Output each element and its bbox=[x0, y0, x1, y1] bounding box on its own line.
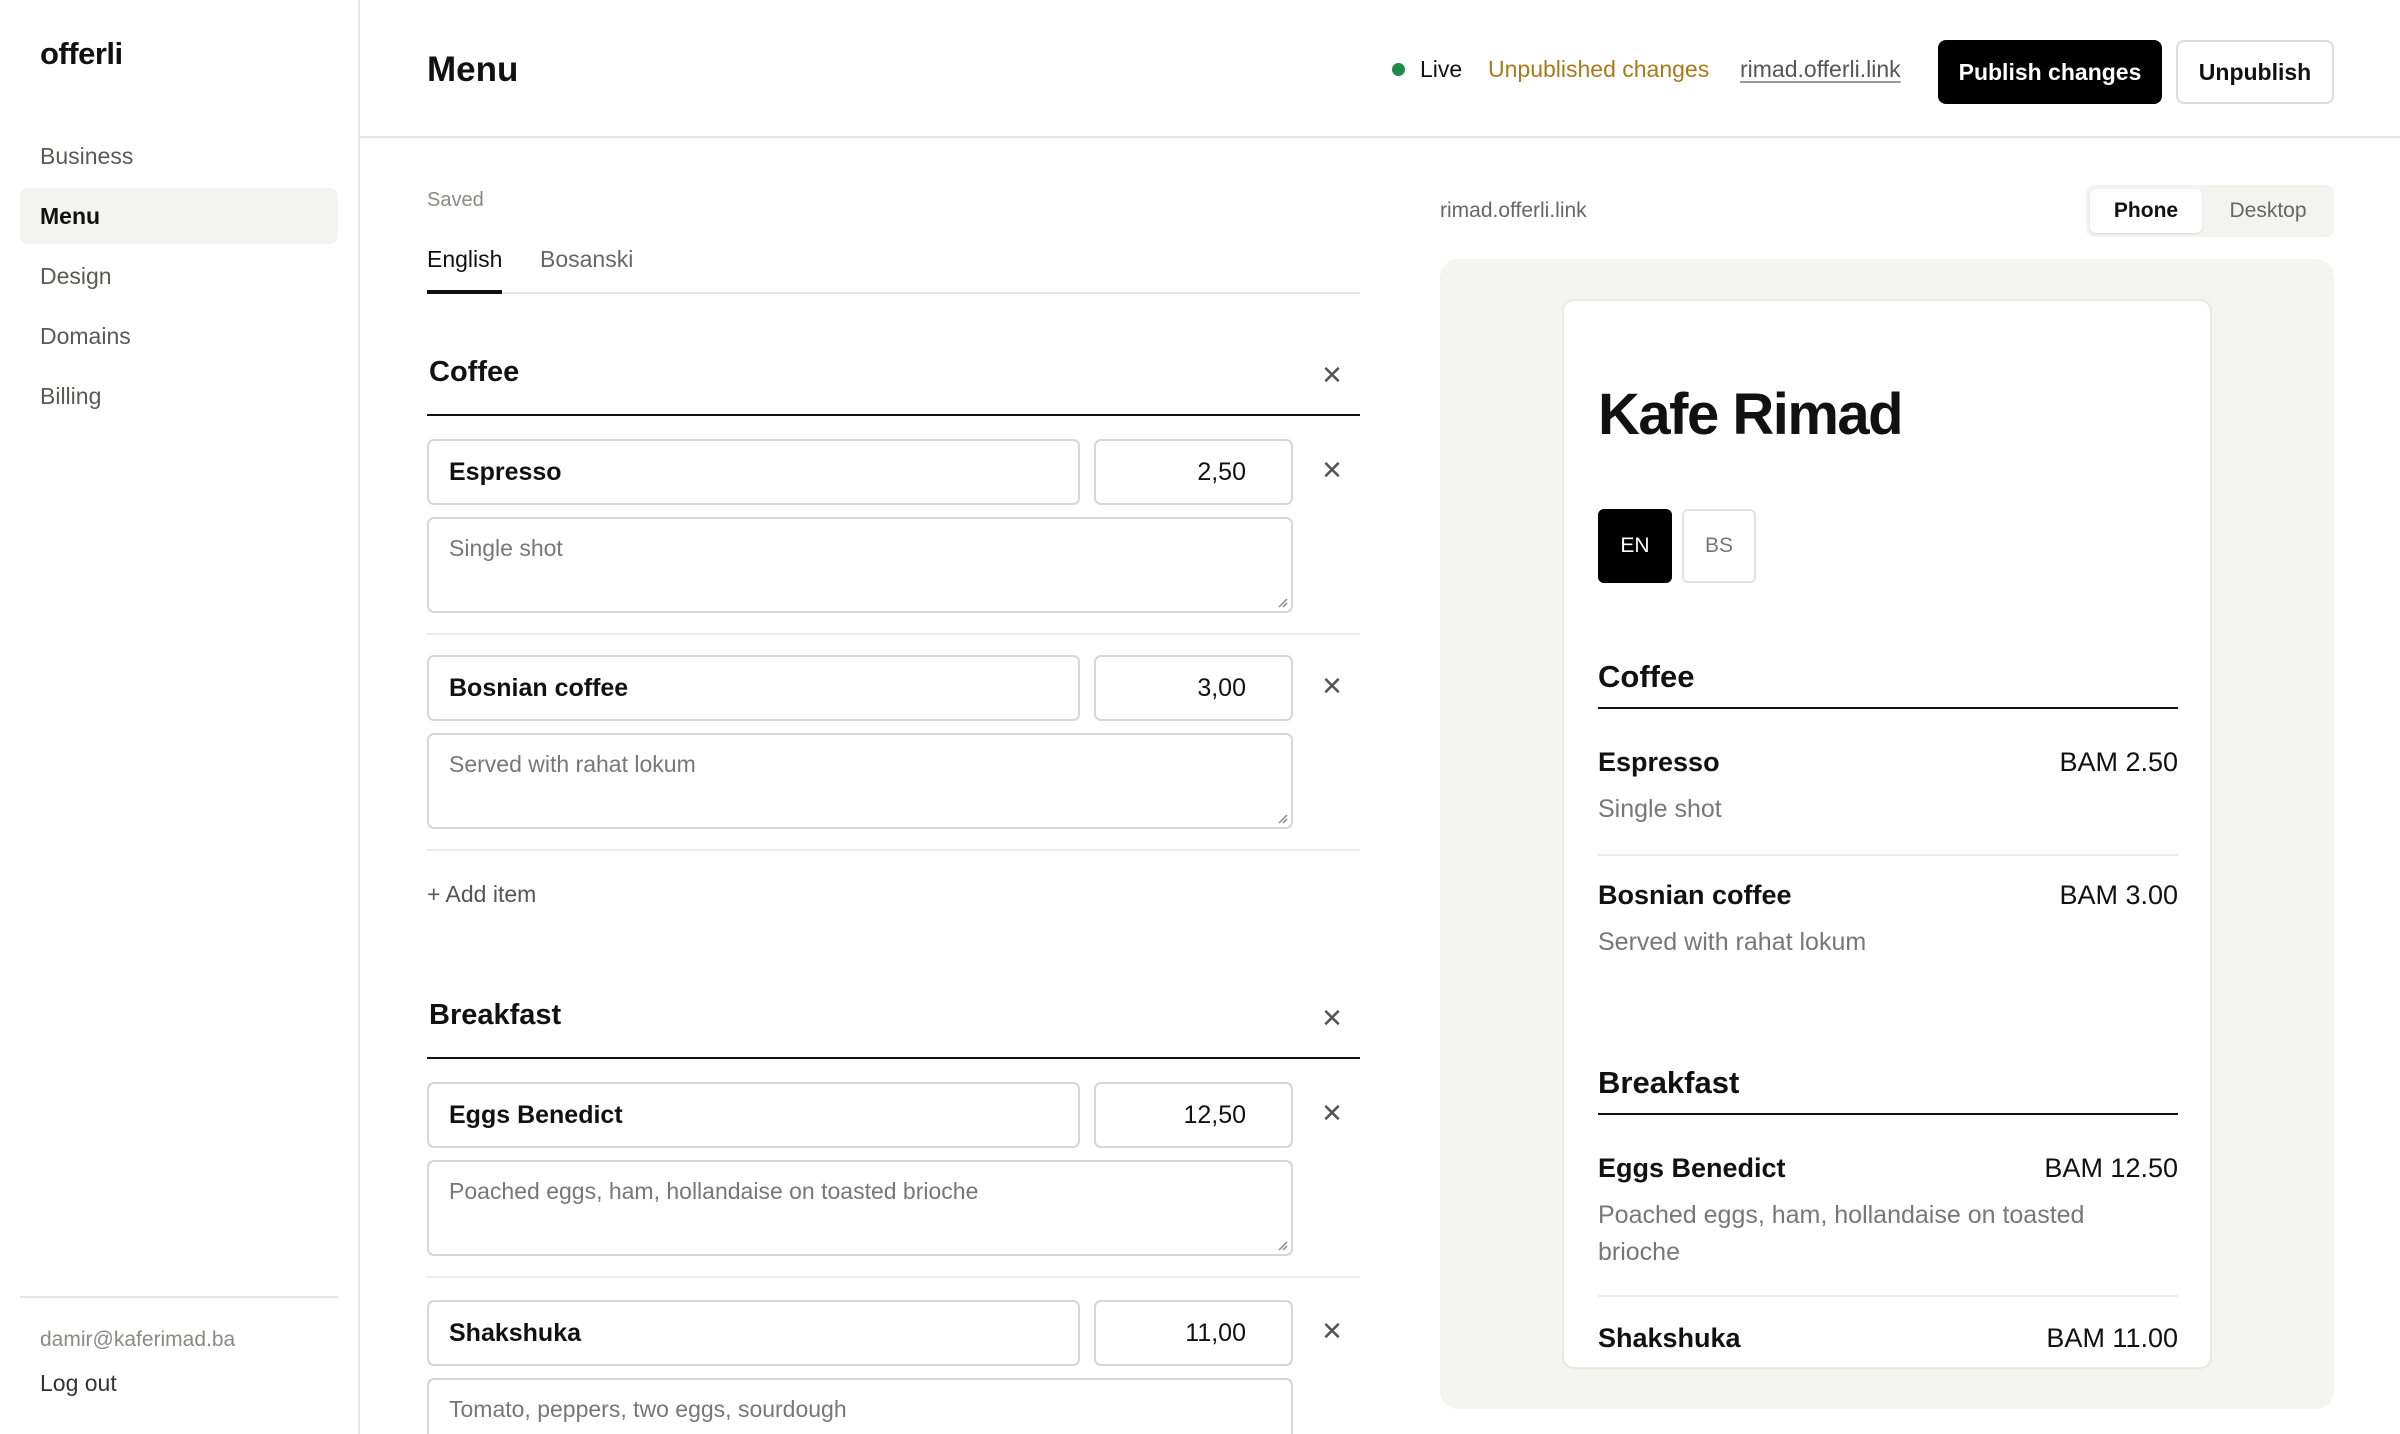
item-price-input[interactable]: 12,50 bbox=[1094, 1082, 1293, 1148]
language-bs-button[interactable]: BS bbox=[1682, 509, 1756, 583]
preview-menu-item: Bosnian coffee BAM 3.00 Served with raha… bbox=[1598, 880, 2178, 989]
page-title: Menu bbox=[427, 50, 519, 89]
menu-item-editor: Eggs Benedict 12,50 ✕ Poached eggs, ham,… bbox=[427, 1082, 1360, 1278]
user-email: damir@kaferimad.ba bbox=[40, 1328, 236, 1351]
preview-item-price: BAM 2.50 bbox=[2059, 747, 2178, 777]
unpublish-button[interactable]: Unpublish bbox=[2176, 40, 2334, 104]
app-logo[interactable]: offerli bbox=[40, 36, 123, 72]
item-description-input[interactable]: Poached eggs, ham, hollandaise on toaste… bbox=[427, 1160, 1293, 1256]
menu-item-editor: Shakshuka 11,00 ✕ Tomato, peppers, two e… bbox=[427, 1300, 1360, 1434]
publish-changes-button[interactable]: Publish changes bbox=[1938, 40, 2162, 104]
section-header: Breakfast ✕ bbox=[427, 999, 1360, 1059]
item-description-text: Tomato, peppers, two eggs, sourdough bbox=[449, 1396, 847, 1422]
phone-preview: Kafe Rimad EN BS Coffee Espresso BAM 2.5… bbox=[1562, 299, 2212, 1369]
preview-item-description: Poached eggs, ham, hollandaise on toaste… bbox=[1598, 1201, 2085, 1266]
sidebar-account: damir@kaferimad.ba Log out bbox=[20, 1296, 338, 1434]
item-name-input[interactable]: Espresso bbox=[427, 439, 1080, 505]
close-icon[interactable]: ✕ bbox=[1317, 455, 1347, 485]
sidebar-item-design[interactable]: Design bbox=[20, 248, 338, 304]
language-en-button[interactable]: EN bbox=[1598, 509, 1672, 583]
status-dot-icon bbox=[1392, 63, 1405, 76]
item-description-text: Poached eggs, ham, hollandaise on toaste… bbox=[449, 1178, 979, 1204]
section-name[interactable]: Coffee bbox=[429, 356, 519, 389]
preview-menu-item: Eggs Benedict BAM 12.50 Poached eggs, ha… bbox=[1598, 1153, 2178, 1297]
preview-item-description: Single shot bbox=[1598, 795, 1722, 823]
sidebar-item-billing[interactable]: Billing bbox=[20, 368, 338, 424]
item-price-input[interactable]: 2,50 bbox=[1094, 439, 1293, 505]
close-icon[interactable]: ✕ bbox=[1317, 1003, 1347, 1033]
preview-item-name: Espresso bbox=[1598, 747, 1720, 777]
close-icon[interactable]: ✕ bbox=[1317, 671, 1347, 701]
menu-editor: Saved English Bosanski Coffee ✕ Espresso… bbox=[427, 138, 1360, 1434]
tab-bosanski[interactable]: Bosanski bbox=[540, 246, 633, 294]
device-toggle: Phone Desktop bbox=[2086, 185, 2334, 237]
status-label: Live bbox=[1420, 56, 1463, 82]
resize-grip-icon[interactable] bbox=[1276, 1239, 1288, 1251]
menu-item-editor: Espresso 2,50 ✕ Single shot bbox=[427, 439, 1360, 635]
item-price-input[interactable]: 3,00 bbox=[1094, 655, 1293, 721]
menu-item-editor: Bosnian coffee 3,00 ✕ Served with rahat … bbox=[427, 655, 1360, 851]
item-description-input[interactable]: Tomato, peppers, two eggs, sourdough bbox=[427, 1378, 1293, 1434]
item-description-text: Single shot bbox=[449, 535, 563, 561]
preview-section-name: Breakfast bbox=[1598, 1065, 1740, 1100]
site-link[interactable]: rimad.offerli.link bbox=[1740, 56, 1901, 83]
preview-item-price: BAM 3.00 bbox=[2059, 880, 2178, 910]
item-name-input[interactable]: Bosnian coffee bbox=[427, 655, 1080, 721]
sidebar-nav: Business Menu Design Domains Billing bbox=[20, 128, 338, 428]
close-icon[interactable]: ✕ bbox=[1317, 360, 1347, 390]
preview-item-name: Bosnian coffee bbox=[1598, 880, 1792, 910]
tab-english[interactable]: English bbox=[427, 246, 503, 294]
item-price-input[interactable]: 11,00 bbox=[1094, 1300, 1293, 1366]
preview-section-name: Coffee bbox=[1598, 659, 1695, 694]
preview-item-price: BAM 11.00 bbox=[2046, 1323, 2178, 1353]
logout-link[interactable]: Log out bbox=[40, 1370, 117, 1397]
business-name: Kafe Rimad bbox=[1598, 382, 1904, 447]
live-status: Live bbox=[1392, 56, 1462, 83]
sidebar-item-domains[interactable]: Domains bbox=[20, 308, 338, 364]
preview-section-header: Coffee bbox=[1598, 659, 2178, 709]
device-phone-button[interactable]: Phone bbox=[2090, 189, 2202, 233]
unpublished-changes-notice: Unpublished changes bbox=[1488, 56, 1710, 82]
preview-menu-item: Espresso BAM 2.50 Single shot bbox=[1598, 747, 2178, 856]
preview-item-name: Shakshuka bbox=[1598, 1323, 1741, 1353]
item-description-input[interactable]: Served with rahat lokum bbox=[427, 733, 1293, 829]
topbar: Menu Live Unpublished changes rimad.offe… bbox=[360, 0, 2400, 138]
resize-grip-icon[interactable] bbox=[1276, 812, 1288, 824]
sidebar-item-business[interactable]: Business bbox=[20, 128, 338, 184]
section-name[interactable]: Breakfast bbox=[429, 999, 561, 1032]
preview-frame: Kafe Rimad EN BS Coffee Espresso BAM 2.5… bbox=[1440, 259, 2334, 1409]
preview-item-price: BAM 12.50 bbox=[2044, 1153, 2178, 1183]
preview-menu-item: Shakshuka BAM 11.00 bbox=[1598, 1323, 2178, 1367]
close-icon[interactable]: ✕ bbox=[1317, 1098, 1347, 1128]
item-name-input[interactable]: Shakshuka bbox=[427, 1300, 1080, 1366]
resize-grip-icon[interactable] bbox=[1276, 596, 1288, 608]
preview-item-description: Served with rahat lokum bbox=[1598, 928, 1867, 956]
item-name-input[interactable]: Eggs Benedict bbox=[427, 1082, 1080, 1148]
sidebar: offerli Business Menu Design Domains Bil… bbox=[0, 0, 360, 1434]
section-header: Coffee ✕ bbox=[427, 356, 1360, 416]
item-description-input[interactable]: Single shot bbox=[427, 517, 1293, 613]
save-status: Saved bbox=[427, 189, 484, 211]
sidebar-item-menu[interactable]: Menu bbox=[20, 188, 338, 244]
add-item-button[interactable]: + Add item bbox=[427, 881, 536, 908]
preview-section-header: Breakfast bbox=[1598, 1065, 2178, 1115]
item-description-text: Served with rahat lokum bbox=[449, 751, 696, 777]
language-tabs: English Bosanski bbox=[427, 246, 1360, 294]
preview-item-name: Eggs Benedict bbox=[1598, 1153, 1786, 1183]
preview-url: rimad.offerli.link bbox=[1440, 199, 1587, 222]
device-desktop-button[interactable]: Desktop bbox=[2206, 189, 2330, 233]
close-icon[interactable]: ✕ bbox=[1317, 1316, 1347, 1346]
